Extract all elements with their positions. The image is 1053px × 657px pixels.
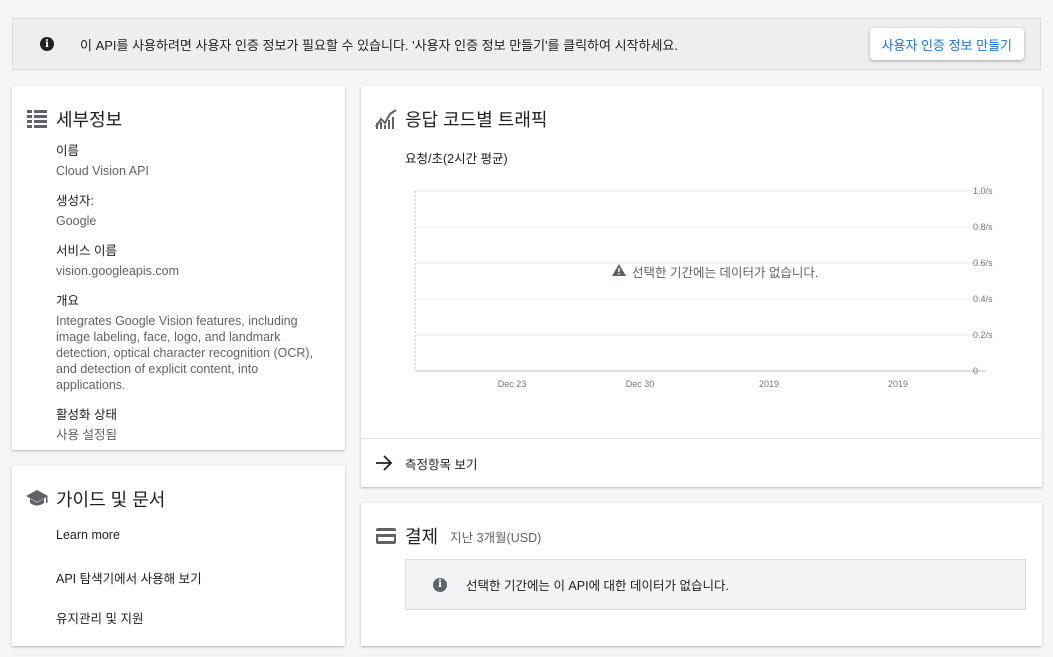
learn-more-link[interactable]: Learn more xyxy=(56,528,202,568)
y-tick-label: 0.2/s xyxy=(973,330,993,340)
field-value-creator: Google xyxy=(56,214,97,228)
credentials-banner: i 이 API를 사용하려면 사용자 인증 정보가 필요할 수 있습니다. '사… xyxy=(12,18,1041,70)
view-metrics-label: 측정항목 보기 xyxy=(405,457,478,472)
billing-period: 지난 3개월(USD) xyxy=(450,530,542,545)
field-label-creator: 생성자: xyxy=(56,194,94,208)
banner-message: 이 API를 사용하려면 사용자 인증 정보가 필요할 수 있습니다. '사용자… xyxy=(80,37,678,53)
field-label-name: 이름 xyxy=(56,144,80,158)
x-tick-label: Dec 30 xyxy=(626,379,655,389)
field-label-service: 서비스 이름 xyxy=(56,244,117,258)
support-link[interactable]: 유지관리 및 지원 xyxy=(56,608,202,648)
billing-notice: i 선택한 기간에는 이 API에 대한 데이터가 없습니다. xyxy=(405,559,1026,610)
warning-icon xyxy=(612,264,626,279)
field-value-name: Cloud Vision API xyxy=(56,164,149,178)
field-value-service: vision.googleapis.com xyxy=(56,264,179,278)
x-tick-label: 2019 xyxy=(888,379,908,389)
school-icon xyxy=(26,488,48,510)
details-fields: 이름 Cloud Vision API 생성자: Google 서비스 이름 v… xyxy=(56,140,326,454)
y-tick-label: 0.6/s xyxy=(973,258,993,268)
field-label-status: 활성화 상태 xyxy=(56,408,117,422)
info-icon: i xyxy=(40,37,54,51)
details-title-label: 세부정보 xyxy=(56,110,123,130)
details-card: 세부정보 이름 Cloud Vision API 생성자: Google 서비스… xyxy=(12,86,345,450)
x-tick-label: 2019 xyxy=(759,379,779,389)
list-icon xyxy=(26,108,48,130)
details-title: 세부정보 xyxy=(26,106,122,132)
no-data-text: 선택한 기간에는 데이터가 없습니다. xyxy=(632,266,819,280)
info-icon: i xyxy=(433,577,447,592)
create-credentials-button[interactable]: 사용자 인증 정보 만들기 xyxy=(869,28,1024,60)
y-tick-label: 1.0/s xyxy=(973,186,993,196)
guide-title-label: 가이드 및 문서 xyxy=(56,490,166,510)
guide-links: Learn more API 탐색기에서 사용해 보기 유지관리 및 지원 xyxy=(56,528,202,648)
y-tick-label: 0.8/s xyxy=(973,222,993,232)
view-metrics-link[interactable]: 측정항목 보기 xyxy=(361,438,1042,487)
field-label-overview: 개요 xyxy=(56,294,80,308)
traffic-card: 응답 코드별 트래픽 요청/초(2시간 평균) 0 0.2/s 0.4/s 0.6/s… xyxy=(361,86,1042,487)
billing-title-label: 결제 xyxy=(405,527,439,547)
billing-notice-text: 선택한 기간에는 이 API에 대한 데이터가 없습니다. xyxy=(466,579,729,593)
arrow-right-icon xyxy=(375,453,395,473)
guide-card: 가이드 및 문서 Learn more API 탐색기에서 사용해 보기 유지관… xyxy=(12,466,345,646)
api-explorer-link[interactable]: API 탐색기에서 사용해 보기 xyxy=(56,568,202,608)
y-tick-label: 0 xyxy=(973,366,978,376)
field-value-status: 사용 설정됨 xyxy=(56,428,117,442)
y-tick-label: 0.4/s xyxy=(973,294,993,304)
x-tick-label: Dec 23 xyxy=(498,379,527,389)
guide-title: 가이드 및 문서 xyxy=(26,486,165,512)
credit-card-icon xyxy=(375,525,397,547)
field-value-overview: Integrates Google Vision features, inclu… xyxy=(56,314,314,392)
billing-title: 결제 지난 3개월(USD) xyxy=(375,523,541,549)
billing-card: 결제 지난 3개월(USD) i 선택한 기간에는 이 API에 대한 데이터가… xyxy=(361,503,1042,646)
no-data-message: 선택한 기간에는 데이터가 없습니다. xyxy=(612,262,818,281)
